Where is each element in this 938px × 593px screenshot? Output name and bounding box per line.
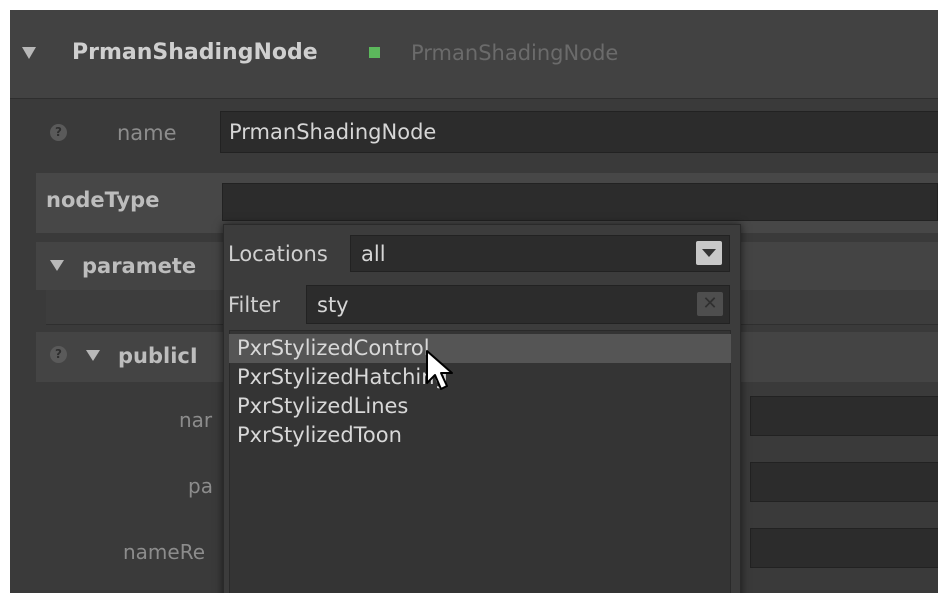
public-field-input[interactable] [750, 462, 938, 502]
node-title: PrmanShadingNode [72, 40, 318, 65]
public-field-label: nameRe [123, 540, 206, 564]
help-icon[interactable]: ? [50, 124, 67, 141]
node-parameters-panel: PrmanShadingNode PrmanShadingNode ? name… [10, 10, 938, 593]
public-field-label: nar [179, 408, 213, 432]
result-item[interactable]: PxrStylizedLines [229, 392, 731, 421]
node-status-indicator [369, 47, 380, 58]
chevron-down-icon [702, 249, 716, 257]
parameters-label: paramete [82, 254, 197, 278]
parameters-collapse-icon[interactable] [50, 260, 64, 271]
result-item[interactable]: PxrStylizedHatching [229, 363, 731, 392]
public-field-input[interactable] [750, 396, 938, 436]
filter-label: Filter [228, 293, 281, 317]
name-value: PrmanShadingNode [229, 120, 437, 144]
node-type-subtitle: PrmanShadingNode [411, 41, 619, 65]
nodetype-field[interactable] [222, 183, 938, 221]
close-icon: ✕ [702, 293, 718, 314]
collapse-triangle-icon[interactable] [22, 47, 36, 59]
locations-value: all [361, 242, 386, 266]
locations-label: Locations [228, 242, 328, 266]
dropdown-arrow-button[interactable] [696, 241, 722, 265]
result-item[interactable]: PxrStylizedControl [229, 334, 731, 363]
public-interface-label: publicI [118, 344, 198, 368]
mouse-cursor-icon [426, 350, 453, 390]
clear-filter-button[interactable]: ✕ [697, 292, 723, 316]
public-field-label: pa [188, 474, 213, 498]
help-icon[interactable]: ? [50, 346, 67, 363]
nodetype-label: nodeType [46, 188, 160, 212]
locations-dropdown[interactable] [350, 235, 730, 272]
name-label: name [117, 121, 177, 145]
filter-input[interactable] [306, 285, 730, 324]
public-interface-collapse-icon[interactable] [86, 350, 100, 361]
result-item[interactable]: PxrStylizedToon [229, 421, 731, 450]
public-field-input[interactable] [750, 528, 938, 568]
